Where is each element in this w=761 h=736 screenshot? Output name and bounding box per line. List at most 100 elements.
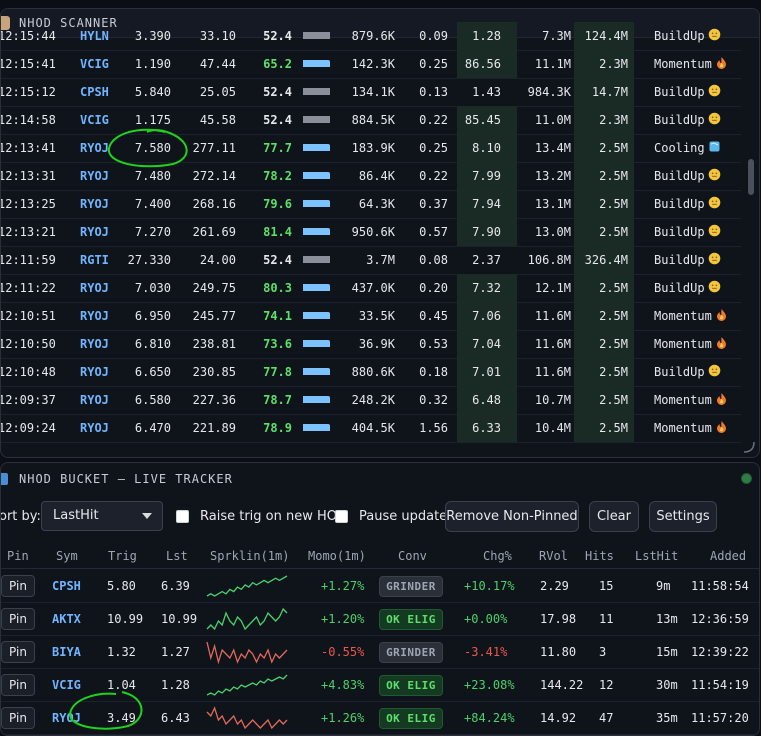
symbol-cell[interactable]: RYOJ (80, 337, 109, 351)
symbol-cell[interactable]: VCIG (52, 678, 81, 692)
symbol-cell[interactable]: RYOJ (80, 141, 109, 155)
score-bar (303, 172, 330, 179)
rvol-cell: 11.80 (540, 645, 577, 659)
symbol-cell[interactable]: RYOJ (80, 393, 109, 407)
bucket-row[interactable]: Pin RYOJ 3.49 6.43 +1.26% +84.24% 14.92 47 35m 11… (1, 701, 759, 735)
symbol-cell[interactable]: RYOJ (80, 309, 109, 323)
pin-button[interactable]: Pin (1, 641, 35, 663)
symbol-cell[interactable]: RYOJ (52, 711, 81, 725)
symbol-cell[interactable]: CPSH (52, 579, 81, 593)
gap-cell: 8.10 (472, 141, 501, 155)
score-bar (303, 32, 330, 39)
symbol-cell[interactable]: RYOJ (80, 365, 109, 379)
symbol-cell[interactable]: RYOJ (80, 169, 109, 183)
bucket-row[interactable]: Pin CPSH 5.80 6.39 +1.27% +10.17% 2.29 15 9m 11:5… (1, 569, 759, 603)
symbol-cell[interactable]: RYOJ (80, 281, 109, 295)
scanner-row[interactable]: 12:09:37 RYOJ 6.580 227.36 78.7 248.2K 0.32 6.4… (1, 386, 741, 415)
gap-cell: 7.99 (472, 169, 501, 183)
col-hits[interactable]: Hits (585, 549, 614, 563)
col-added[interactable]: Added (710, 549, 746, 563)
col-pin[interactable]: Pin (7, 549, 29, 563)
symbol-cell[interactable]: HYLN (80, 29, 109, 43)
remove-non-pinned-button[interactable]: Remove Non-Pinned (445, 501, 579, 532)
score-bar (303, 144, 330, 151)
fire-icon (716, 57, 726, 69)
col-chg[interactable]: Chg% (483, 549, 512, 563)
time-cell: 12:09:24 (0, 421, 56, 435)
pin-button[interactable]: Pin (1, 575, 35, 597)
bucket-row[interactable]: Pin VCIG 1.04 1.28 +4.83% +23.08% 144.22 12 30m 1… (1, 668, 759, 702)
sort-select[interactable]: LastHit (41, 501, 163, 531)
scrollbar-thumb[interactable] (748, 159, 754, 195)
col-momo[interactable]: Momo(1m) (308, 549, 366, 563)
scanner-row[interactable]: 12:13:21 RYOJ 7.270 261.69 81.4 950.6K 0.57 7.9… (1, 218, 741, 247)
time-cell: 12:11:22 (0, 281, 56, 295)
change-cell: 25.05 (199, 85, 236, 99)
scanner-row[interactable]: 12:15:41 VCIG 1.190 47.44 65.2 142.3K 0.25 86.5… (1, 50, 741, 79)
pause-updates-checkbox[interactable] (335, 510, 348, 523)
pin-button[interactable]: Pin (1, 674, 35, 696)
symbol-cell[interactable]: AKTX (52, 612, 81, 626)
float-cell: 7.3M (542, 29, 571, 43)
volume-cell: 86.4K (358, 169, 395, 183)
scanner-row[interactable]: 12:13:25 RYOJ 7.400 268.16 79.6 64.3K 0.37 7.94… (1, 190, 741, 219)
scanner-row[interactable]: 12:15:12 CPSH 5.840 25.05 52.4 134.1K 0.13 1.43… (1, 78, 741, 107)
col-sym[interactable]: Sym (56, 549, 78, 563)
pin-button[interactable]: Pin (1, 707, 35, 729)
col-lst[interactable]: Lst (166, 549, 188, 563)
change-cell: 268.16 (192, 197, 236, 211)
col-trig[interactable]: Trig (108, 549, 137, 563)
fire-icon (716, 337, 726, 349)
time-cell: 12:15:44 (0, 29, 56, 43)
pin-button[interactable]: Pin (1, 608, 35, 630)
col-rvol[interactable]: RVol (539, 549, 568, 563)
symbol-cell[interactable]: BIYA (52, 645, 81, 659)
symbol-cell[interactable]: RYOJ (80, 421, 109, 435)
gap-cell: 7.01 (472, 365, 501, 379)
resize-handle-icon[interactable] (741, 439, 757, 455)
lsthit-cell: 15m (656, 645, 678, 659)
scanner-row[interactable]: 12:11:22 RYOJ 7.030 249.75 80.3 437.0K 0.20 7.3… (1, 274, 741, 303)
ratio-cell: 0.13 (419, 85, 448, 99)
sparkline-line (206, 674, 288, 696)
scanner-scrollbar[interactable] (745, 49, 757, 449)
scanner-row[interactable]: 12:15:44 HYLN 3.390 33.10 52.4 879.6K 0.09 1.28… (1, 22, 741, 51)
symbol-cell[interactable]: RGTI (80, 253, 109, 267)
symbol-cell[interactable]: VCIG (80, 57, 109, 71)
hits-cell: 15 (599, 579, 614, 593)
raise-trig-checkbox[interactable] (176, 510, 189, 523)
settings-button[interactable]: Settings (649, 501, 717, 532)
time-cell: 12:11:59 (0, 253, 56, 267)
change-cell: 230.85 (192, 365, 236, 379)
symbol-cell[interactable]: CPSH (80, 85, 109, 99)
bucket-row[interactable]: Pin AKTX 10.99 10.99 +1.20% +0.00% 17.98 11 13m 1… (1, 602, 759, 636)
col-sparkline[interactable]: Sprklin(1m) (210, 549, 289, 563)
scanner-row[interactable]: 12:13:41 RYOJ 7.580 277.11 77.7 183.9K 0.25 8.1… (1, 134, 741, 163)
strategy-cell: BuildUp (654, 84, 720, 99)
gap-cell: 7.32 (472, 281, 501, 295)
scanner-row[interactable]: 12:10:48 RYOJ 6.650 230.85 77.8 880.6K 0.18 7.0… (1, 358, 741, 387)
ratio-cell: 0.25 (419, 141, 448, 155)
lsthit-cell: 30m (656, 678, 678, 692)
scanner-row[interactable]: 12:14:58 VCIG 1.175 45.58 52.4 884.5K 0.22 85.4… (1, 106, 741, 135)
symbol-cell[interactable]: VCIG (80, 113, 109, 127)
clear-button[interactable]: Clear (589, 501, 639, 532)
scanner-row[interactable]: 12:13:31 RYOJ 7.480 272.14 78.2 86.4K 0.22 7.99… (1, 162, 741, 191)
scanner-row[interactable]: 12:09:24 RYOJ 6.470 221.89 78.9 404.5K 1.56 6.3… (1, 414, 741, 443)
symbol-cell[interactable]: RYOJ (80, 197, 109, 211)
float-cell: 10.4M (534, 421, 571, 435)
score-cell: 81.4 (263, 225, 292, 239)
float2-cell: 2.5M (599, 309, 628, 323)
scanner-row[interactable]: 12:11:59 RGTI 27.330 24.00 52.4 3.7M 0.08 2.37 1… (1, 246, 741, 275)
chg-cell: +84.24% (464, 711, 515, 725)
col-conv[interactable]: Conv (398, 549, 427, 563)
float2-cell: 2.5M (599, 169, 628, 183)
scanner-row[interactable]: 12:10:50 RYOJ 6.810 238.81 73.6 36.9K 0.53 7.04… (1, 330, 741, 359)
bucket-row[interactable]: Pin BIYA 1.32 1.27 -0.55% -3.41% 11.80 3 15m 12:3… (1, 635, 759, 669)
trig-cell: 1.04 (107, 678, 136, 692)
time-cell: 12:15:41 (0, 57, 56, 71)
scanner-row[interactable]: 12:10:51 RYOJ 6.950 245.77 74.1 33.5K 0.45 7.06… (1, 302, 741, 331)
symbol-cell[interactable]: RYOJ (80, 225, 109, 239)
face-icon (708, 364, 720, 377)
col-lsthit[interactable]: LstHit (635, 549, 678, 563)
